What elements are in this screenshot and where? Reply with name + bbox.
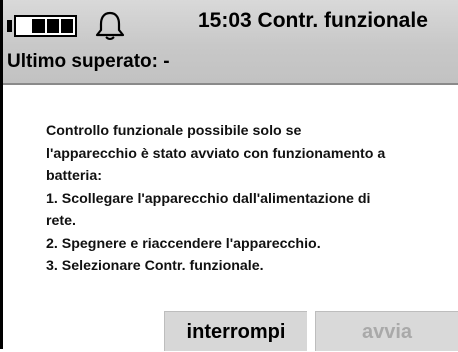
battery-cell [46,19,59,33]
header-bar: 15:03 Contr. funzionale Ultimo superato:… [3,0,458,85]
screen-title: 15:03 Contr. funzionale [198,9,428,32]
battery-tip [7,20,12,32]
instruction-line: l'apparecchio è stato avviato con funzio… [46,145,386,162]
instruction-text: Controllo funzionale possibile solo se l… [46,120,456,278]
cancel-button[interactable]: interrompi [164,311,307,351]
instruction-line: batteria: [46,168,102,184]
battery-cell [60,19,73,33]
battery-cell [32,19,45,33]
instruction-line: rete. [46,213,76,229]
battery-icon [7,13,83,39]
instruction-line: Controllo funzionale possibile solo se [46,123,302,139]
instruction-line: 1. Scollegare l'apparecchio dall'aliment… [46,190,371,207]
start-button[interactable]: avvia [315,311,458,351]
bell-icon [95,11,125,40]
last-passed-label: Ultimo superato: - [7,51,170,72]
battery-cell [18,19,30,33]
instruction-line: 3. Selezionare Contr. funzionale. [46,258,264,274]
instruction-line: 2. Spegnere e riaccendere l'apparecchio. [46,235,321,252]
battery-body [14,15,77,37]
